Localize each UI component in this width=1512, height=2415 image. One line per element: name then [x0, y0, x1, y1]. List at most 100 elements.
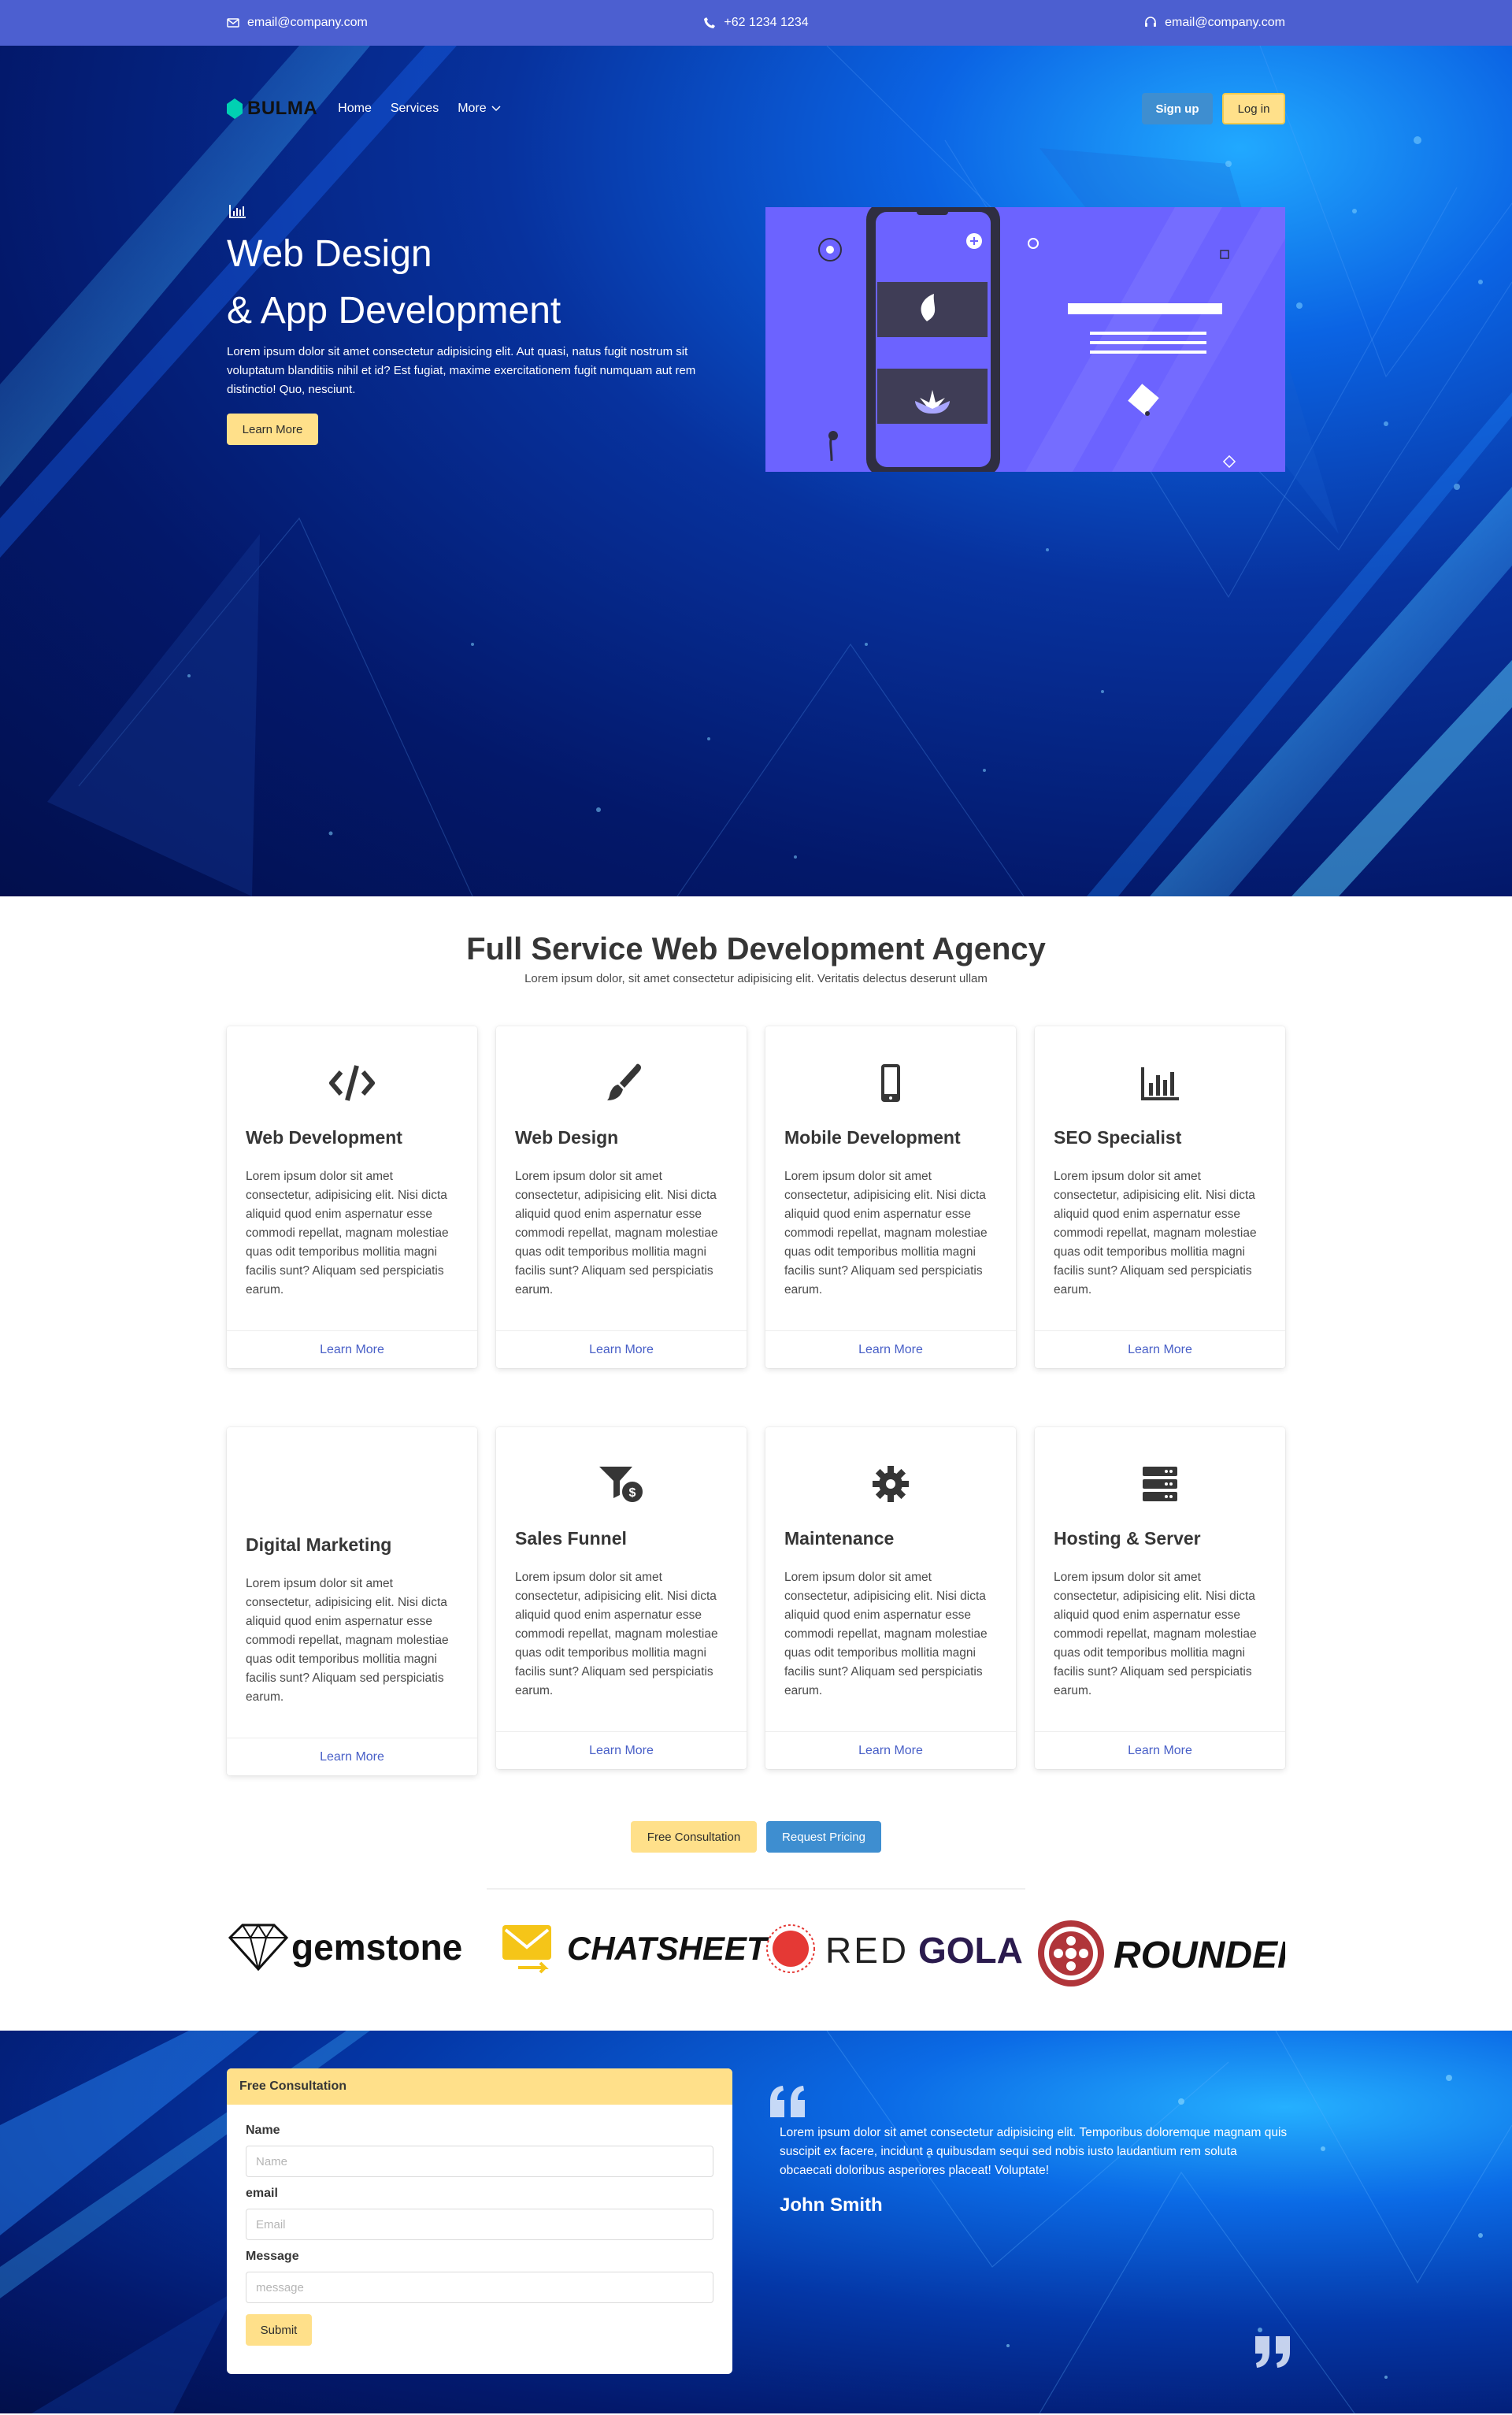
brand-red-text: RED [825, 1930, 909, 1971]
topbar-email-text: email@company.com [247, 16, 368, 29]
services-section: Full Service Web Development Agency Lore… [0, 896, 1512, 985]
submit-button[interactable]: Submit [246, 2314, 312, 2346]
card-title: Digital Marketing [246, 1534, 392, 1555]
chevron-down-icon [491, 106, 501, 112]
hero-learn-more-button[interactable]: Learn More [227, 414, 318, 445]
testimonial-author: John Smith [780, 2194, 883, 2216]
nav-link-home[interactable]: Home [338, 102, 372, 116]
svg-text:$: $ [629, 1486, 636, 1500]
service-card-web-design: Web Design Lorem ipsum dolor sit amet co… [496, 1026, 747, 1368]
email-input[interactable]: Email [246, 2209, 713, 2240]
hero-section: BULMA Home Services More Sign up Log in … [0, 46, 1512, 896]
card-learn-more-link[interactable]: Learn More [1035, 1330, 1285, 1368]
card-learn-more-link[interactable]: Learn More [227, 1738, 477, 1775]
card-text: Lorem ipsum dolor sit amet consectetur, … [515, 1170, 718, 1297]
service-card-maintenance: Maintenance Lorem ipsum dolor sit amet c… [765, 1427, 1016, 1769]
services-title: Full Service Web Development Agency [466, 932, 1046, 966]
consultation-section: Free Consultation Name Name email Email … [0, 2031, 1512, 2413]
signup-button[interactable]: Sign up [1142, 93, 1213, 124]
navbar: BULMA Home Services More Sign up Log in [227, 93, 1285, 124]
card-icon-placeholder [227, 1463, 477, 1511]
quote-open-icon [770, 2086, 805, 2117]
funnel-dollar-icon: $ [599, 1467, 644, 1504]
card-title: Mobile Development [784, 1127, 961, 1148]
message-input[interactable]: message [246, 2272, 713, 2303]
server-icon [1143, 1467, 1177, 1501]
section-divider [487, 1888, 1025, 1890]
brand-gola-text: GOLA [918, 1930, 1023, 1971]
hero-illustration [765, 207, 1285, 472]
card-text: Lorem ipsum dolor sit amet consectetur, … [1054, 1170, 1257, 1297]
free-consultation-button[interactable]: Free Consultation [631, 1821, 757, 1853]
envelope-icon [227, 18, 239, 28]
card-learn-more-link[interactable]: Learn More [1035, 1731, 1285, 1769]
form-title: Free Consultation [227, 2068, 732, 2105]
brand-rounder-text: ROUNDER [1114, 1935, 1285, 1976]
bulma-logo-icon [227, 98, 243, 119]
card-text: Lorem ipsum dolor sit amet consectetur, … [784, 1571, 988, 1697]
cog-icon [873, 1466, 909, 1502]
card-text: Lorem ipsum dolor sit amet consectetur, … [1054, 1571, 1257, 1697]
code-icon [329, 1065, 375, 1101]
brand-chatsheet-text: CHATSHEET [567, 1930, 769, 1967]
topbar-phone[interactable]: +62 1234 1234 [703, 16, 809, 30]
card-text: Lorem ipsum dolor sit amet consectetur, … [246, 1577, 449, 1704]
card-title: Web Design [515, 1127, 619, 1148]
chart-bar-icon [1141, 1067, 1179, 1100]
card-learn-more-link[interactable]: Learn More [496, 1731, 747, 1769]
hero-title-line2: & App Development [227, 290, 561, 332]
mobile-icon [881, 1064, 900, 1102]
login-button[interactable]: Log in [1222, 93, 1285, 124]
card-title: Sales Funnel [515, 1528, 627, 1549]
card-text: Lorem ipsum dolor sit amet consectetur, … [784, 1170, 988, 1297]
logo[interactable]: BULMA [227, 98, 317, 120]
logo-text: BULMA [247, 98, 318, 119]
testimonial-text: Lorem ipsum dolor sit amet consectetur a… [780, 2126, 1288, 2177]
chart-bar-icon [229, 205, 246, 218]
brand-chatsheet: CHATSHEET [502, 1925, 769, 1974]
card-title: SEO Specialist [1054, 1127, 1182, 1148]
headset-icon [1145, 17, 1157, 27]
request-pricing-button[interactable]: Request Pricing [766, 1821, 881, 1853]
card-learn-more-link[interactable]: Learn More [496, 1330, 747, 1368]
paint-brush-icon [607, 1063, 641, 1100]
service-card-sales-funnel: $ Sales Funnel Lorem ipsum dolor sit ame… [496, 1427, 747, 1769]
nav-link-services[interactable]: Services [391, 102, 439, 116]
card-title: Web Development [246, 1127, 402, 1148]
topbar-email-left[interactable]: email@company.com [227, 16, 368, 30]
hero-description: Lorem ipsum dolor sit amet consectetur a… [227, 345, 696, 396]
topbar-email-right[interactable]: email@company.com [1144, 16, 1285, 30]
services-subtitle: Lorem ipsum dolor, sit amet consectetur … [524, 972, 988, 985]
card-learn-more-link[interactable]: Learn More [765, 1330, 1016, 1368]
consultation-form: Free Consultation Name Name email Email … [227, 2068, 732, 2374]
card-learn-more-link[interactable]: Learn More [227, 1330, 477, 1368]
card-title: Hosting & Server [1054, 1528, 1201, 1549]
hero-title-line1: Web Design [227, 233, 432, 275]
service-card-web-development: Web Development Lorem ipsum dolor sit am… [227, 1026, 477, 1368]
top-info-bar: email@company.com +62 1234 1234 email@co… [0, 0, 1512, 46]
service-card-mobile-development: Mobile Development Lorem ipsum dolor sit… [765, 1026, 1016, 1368]
brand-gemstone: gemstone [228, 1923, 462, 1972]
message-label: Message [246, 2250, 299, 2263]
cta-buttons: Free Consultation Request Pricing [0, 1821, 1512, 1853]
email-label: email [246, 2187, 278, 2200]
hero-background-graphic [0, 46, 1512, 896]
hero-content: Web Design & App Development Lorem ipsum… [227, 203, 747, 445]
topbar-phone-text: +62 1234 1234 [724, 16, 809, 29]
service-card-digital-marketing: Digital Marketing Lorem ipsum dolor sit … [227, 1427, 477, 1775]
nav-link-more: More [458, 102, 487, 115]
phone-icon [704, 17, 716, 28]
name-input[interactable]: Name [246, 2146, 713, 2177]
service-card-seo-specialist: SEO Specialist Lorem ipsum dolor sit ame… [1035, 1026, 1285, 1368]
topbar-email-right-text: email@company.com [1165, 16, 1285, 29]
nav-dropdown-more[interactable]: More [458, 102, 501, 116]
card-text: Lorem ipsum dolor sit amet consectetur, … [246, 1170, 449, 1297]
brand-redgola: RED GOLA [766, 1924, 1023, 1973]
card-text: Lorem ipsum dolor sit amet consectetur, … [515, 1571, 718, 1697]
brand-logos: gemstone CHATSHEET RED GOLA ROUNDER [228, 1920, 1285, 1987]
brand-rounder: ROUNDER [1038, 1920, 1285, 1987]
brand-gemstone-text: gemstone [291, 1927, 462, 1968]
testimonial: Lorem ipsum dolor sit amet consectetur a… [770, 2084, 1292, 2368]
name-label: Name [246, 2124, 280, 2137]
card-learn-more-link[interactable]: Learn More [765, 1731, 1016, 1769]
